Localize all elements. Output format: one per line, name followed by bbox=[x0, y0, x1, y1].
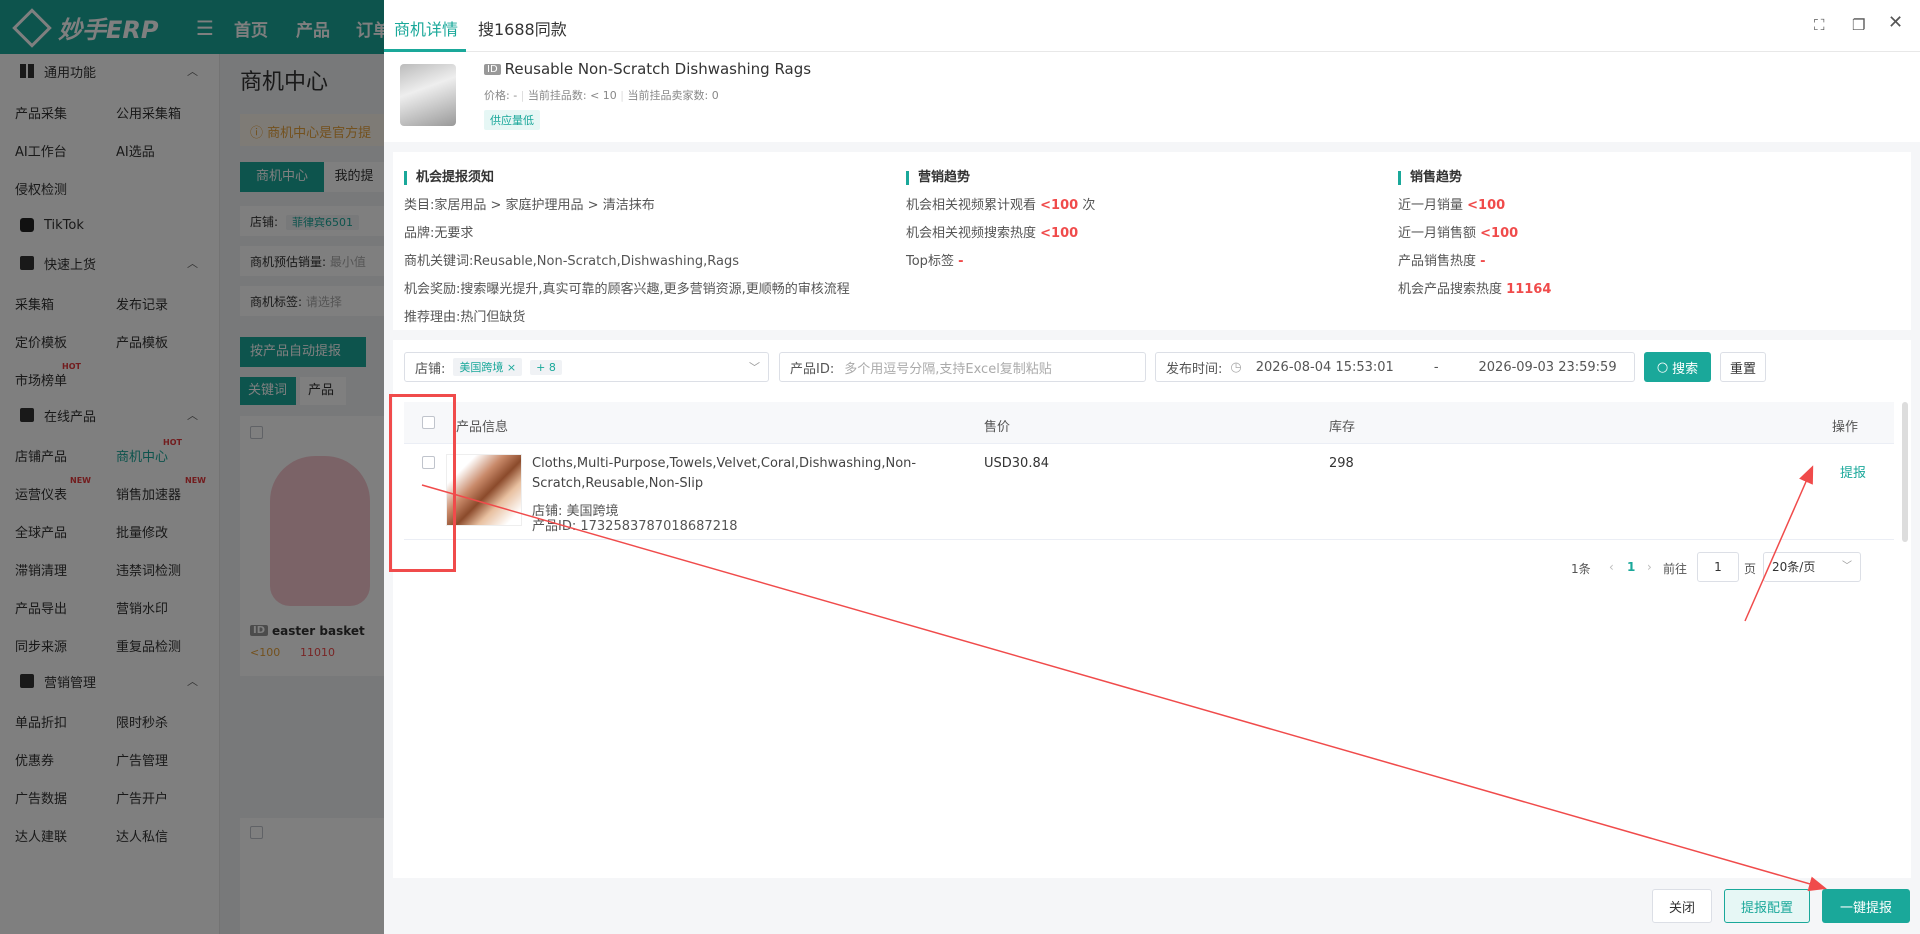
info-line: 机会奖励:搜索曝光提升,真实可靠的顾客兴趣,更多营销资源,更顺畅的审核流程 bbox=[404, 282, 850, 297]
table-header: 产品信息 售价 库存 操作 bbox=[404, 402, 1894, 444]
drawer-header: 商机详情 搜1688同款 ⛶ ❐ ✕ bbox=[384, 0, 1920, 52]
supply-tag: 供应量低 bbox=[484, 110, 540, 130]
store-select[interactable]: 店铺: 美国跨境 × + 8 ﹀ bbox=[404, 352, 769, 382]
table-row: Cloths,Multi-Purpose,Towels,Velvet,Coral… bbox=[404, 444, 1894, 540]
row-price: USD30.84 bbox=[984, 456, 1049, 471]
info-line: 机会相关视频搜索热度 <100 bbox=[906, 226, 1079, 241]
chip-close-icon[interactable]: × bbox=[507, 361, 516, 374]
time-separator: - bbox=[1433, 359, 1439, 375]
row-product-image bbox=[446, 454, 522, 526]
page-unit: 页 bbox=[1744, 562, 1757, 576]
time-end[interactable]: 2026-09-03 23:59:59 bbox=[1479, 360, 1617, 375]
product-id-input[interactable]: 产品ID: 多个用逗号分隔,支持Excel复制粘贴 bbox=[779, 352, 1146, 382]
prev-page-icon[interactable]: ‹ bbox=[1609, 560, 1614, 574]
total-count: 1条 bbox=[1571, 562, 1591, 576]
detail-drawer: 商机详情 搜1688同款 ⛶ ❐ ✕ ID Reusable Non-Scratc… bbox=[384, 0, 1920, 934]
info-line: Top标签 - bbox=[906, 254, 964, 269]
page-number[interactable]: 1 bbox=[1627, 560, 1635, 574]
report-link[interactable]: 提报 bbox=[1840, 462, 1866, 481]
listed-count: 当前挂品数: < 10 bbox=[527, 89, 617, 102]
product-list-card: 店铺: 美国跨境 × + 8 ﹀ 产品ID: 多个用逗号分隔,支持Excel复制… bbox=[393, 340, 1911, 878]
close-icon[interactable]: ✕ bbox=[1888, 12, 1903, 33]
page-input[interactable]: 1 bbox=[1697, 552, 1739, 582]
column-header: 库存 bbox=[1329, 420, 1356, 435]
fullscreen-icon[interactable]: ⛶ bbox=[1814, 16, 1825, 34]
chevron-down-icon: ﹀ bbox=[749, 361, 760, 374]
info-column-sales: 销售趋势 近一月销量 <100 近一月销售额 <100 产品销售热度 - 机会产… bbox=[1398, 171, 1551, 297]
goto-label: 前往 bbox=[1663, 562, 1688, 576]
id-tag: ID bbox=[484, 64, 501, 75]
one-click-report-button[interactable]: 一键提报 bbox=[1822, 889, 1910, 923]
section-title: 营销趋势 bbox=[906, 171, 1095, 185]
product-title: ID Reusable Non-Scratch Dishwashing Rags bbox=[484, 60, 811, 78]
chevron-down-icon: ﹀ bbox=[1842, 561, 1852, 572]
tab-opportunity-detail[interactable]: 商机详情 bbox=[394, 16, 458, 40]
scrollbar[interactable] bbox=[1902, 402, 1908, 542]
info-line: 机会产品搜索热度 11164 bbox=[1398, 282, 1552, 297]
product-header: ID Reusable Non-Scratch Dishwashing Rags … bbox=[384, 52, 1920, 142]
info-line: 推荐理由:热门但缺货 bbox=[404, 310, 526, 325]
store-chip[interactable]: 美国跨境 × bbox=[453, 358, 523, 376]
product-meta: 价格: - | 当前挂品数: < 10 | 当前挂品卖家数: 0 bbox=[484, 89, 719, 102]
reset-button[interactable]: 重置 bbox=[1720, 352, 1766, 382]
opportunity-info-card: 机会提报须知 类目:家居用品 > 家庭护理用品 > 清洁抹布 品牌:无要求 商机… bbox=[393, 152, 1911, 330]
row-product-id: 产品ID: 1732583787018687218 bbox=[532, 519, 738, 534]
column-header: 售价 bbox=[984, 420, 1011, 435]
annotation-highlight-box bbox=[389, 394, 456, 572]
store-more-chip: + 8 bbox=[530, 359, 562, 375]
info-line: 产品销售热度 - bbox=[1398, 254, 1486, 269]
section-title: 销售趋势 bbox=[1398, 171, 1551, 185]
clock-icon: ◷ bbox=[1230, 359, 1242, 375]
tab-search-1688[interactable]: 搜1688同款 bbox=[478, 16, 567, 40]
info-line: 近一月销售额 <100 bbox=[1398, 226, 1519, 241]
info-line: 类目:家居用品 > 家庭护理用品 > 清洁抹布 bbox=[404, 198, 655, 213]
report-config-button[interactable]: 提报配置 bbox=[1724, 889, 1810, 923]
search-icon: ○ bbox=[1656, 359, 1669, 375]
info-line: 机会相关视频累计观看 <100 次 bbox=[906, 198, 1096, 213]
column-header: 操作 bbox=[1832, 420, 1859, 435]
info-line: 商机关键词:Reusable,Non-Scratch,Dishwashing,R… bbox=[404, 254, 739, 269]
window-icon[interactable]: ❐ bbox=[1852, 16, 1865, 34]
column-header: 产品信息 bbox=[456, 420, 509, 435]
seller-count: 当前挂品卖家数: 0 bbox=[627, 89, 719, 102]
product-price: 价格: - bbox=[484, 89, 518, 102]
next-page-icon[interactable]: › bbox=[1647, 560, 1652, 574]
close-button[interactable]: 关闭 bbox=[1652, 889, 1712, 923]
info-column-notice: 机会提报须知 类目:家居用品 > 家庭护理用品 > 清洁抹布 品牌:无要求 商机… bbox=[404, 171, 850, 325]
product-image bbox=[400, 64, 456, 126]
search-button[interactable]: ○ 搜索 bbox=[1644, 352, 1711, 382]
pagination: 1条 ‹ 1 › 前往 1 页 20条/页 ﹀ bbox=[1571, 552, 1901, 582]
page-size-select[interactable]: 20条/页 ﹀ bbox=[1763, 552, 1861, 582]
section-title: 机会提报须知 bbox=[404, 171, 850, 185]
time-start[interactable]: 2026-08-04 15:53:01 bbox=[1256, 360, 1394, 375]
row-stock: 298 bbox=[1329, 456, 1354, 471]
info-line: 品牌:无要求 bbox=[404, 226, 474, 241]
publish-time-range[interactable]: 发布时间: ◷ 2026-08-04 15:53:01 - 2026-09-03… bbox=[1155, 352, 1635, 382]
info-line: 近一月销量 <100 bbox=[1398, 198, 1506, 213]
row-product-title: Cloths,Multi-Purpose,Towels,Velvet,Coral… bbox=[532, 456, 917, 491]
info-column-marketing: 营销趋势 机会相关视频累计观看 <100 次 机会相关视频搜索热度 <100 T… bbox=[906, 171, 1095, 269]
